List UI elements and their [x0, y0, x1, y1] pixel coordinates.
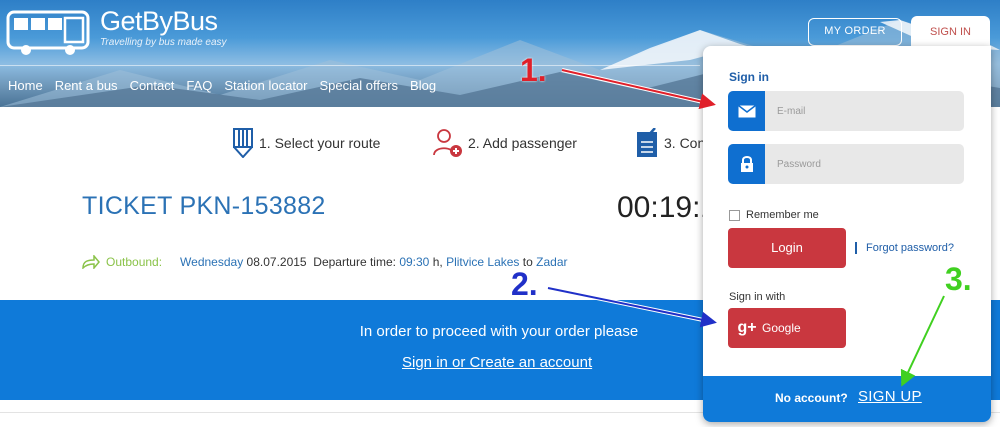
arrow-1 — [561, 68, 716, 110]
annotation-number-2: 2. — [511, 266, 538, 302]
annotation-arrows — [547, 68, 946, 387]
annotation-number-1: 1. — [520, 52, 547, 88]
arrow-3 — [900, 295, 946, 387]
annotation-number-3: 3. — [945, 261, 972, 297]
arrow-2 — [547, 286, 717, 328]
